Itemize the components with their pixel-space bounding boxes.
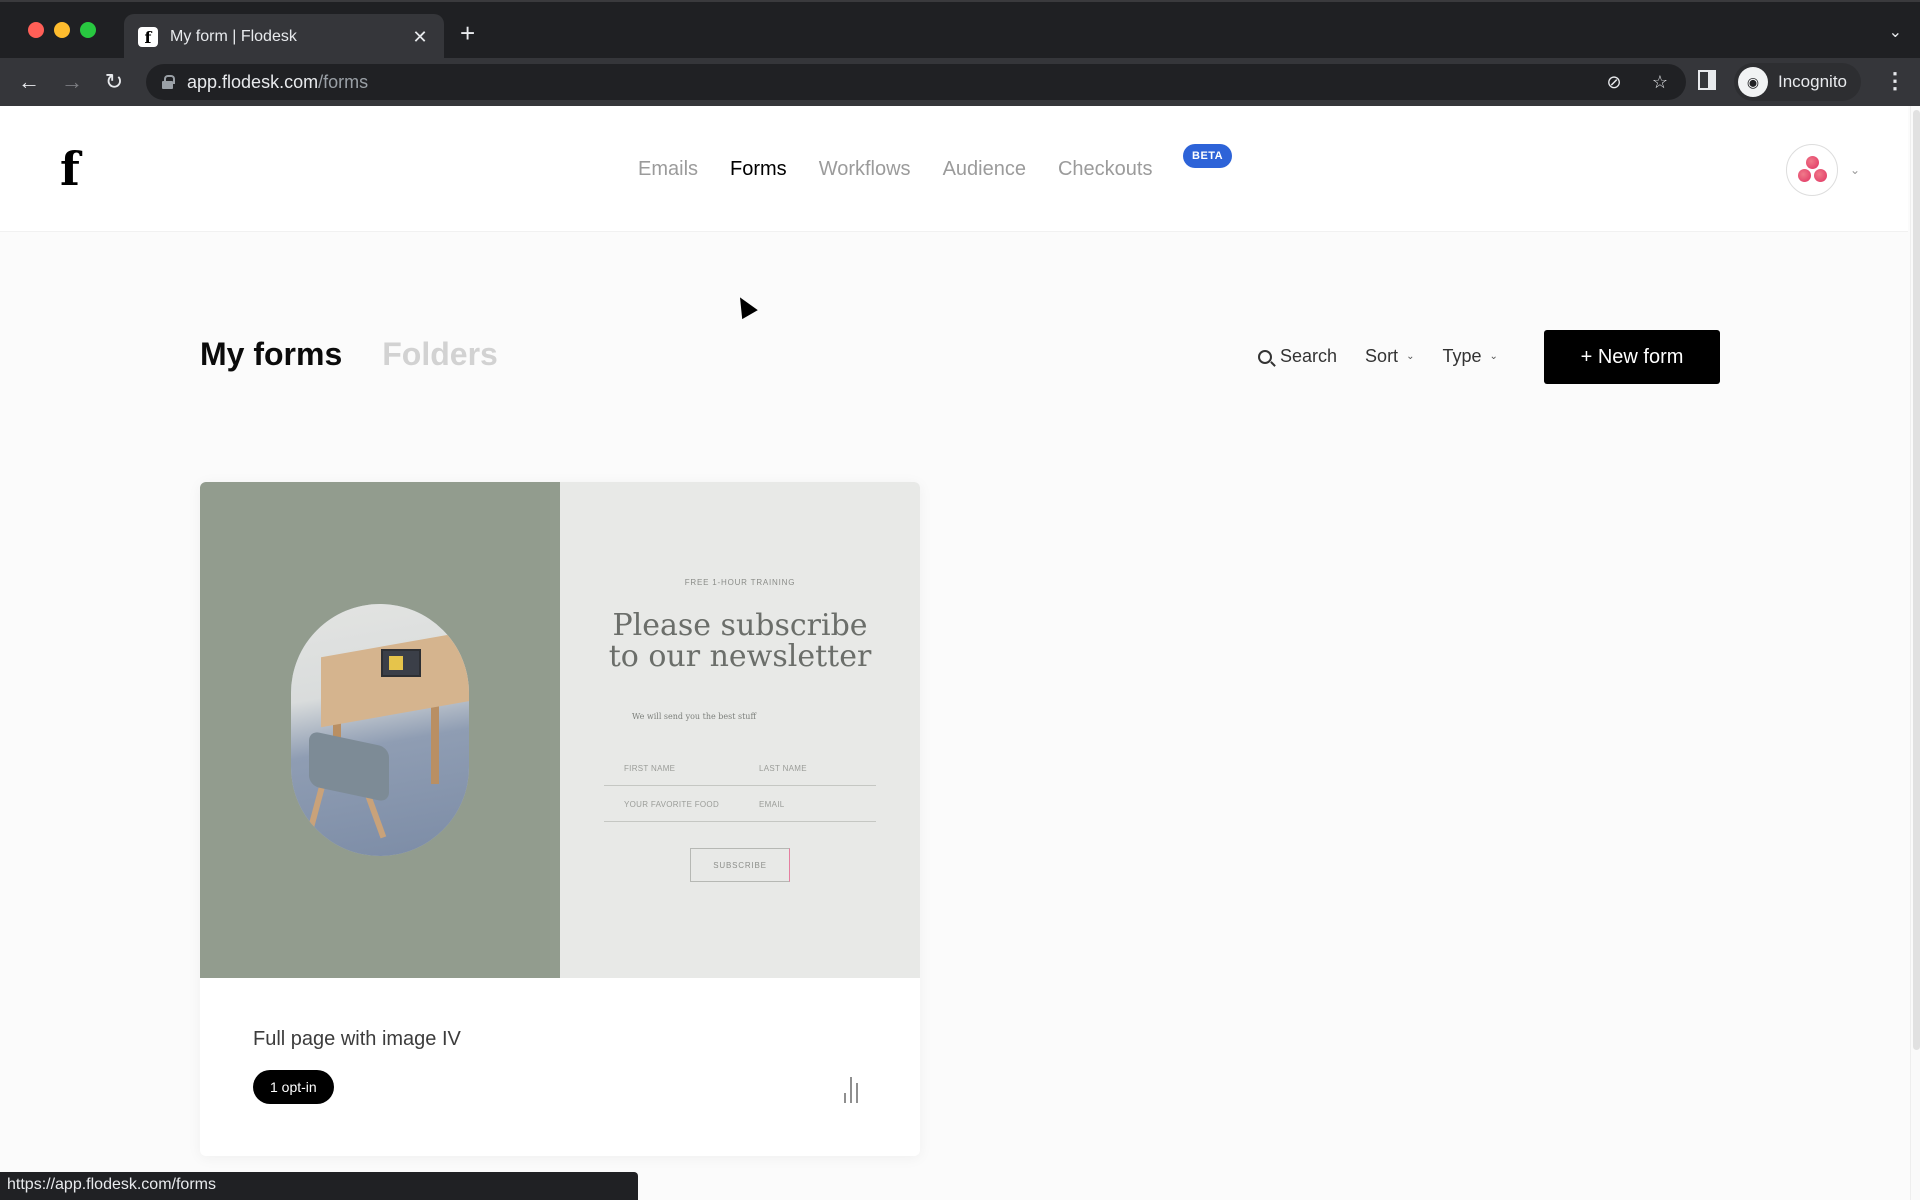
list-actions: Search Sort ⌄ Type ⌄ bbox=[1258, 346, 1498, 367]
preview-field: LAST NAME bbox=[759, 764, 807, 773]
preview-subtitle: We will send you the best stuff bbox=[632, 712, 757, 721]
tab-folders[interactable]: Folders bbox=[382, 336, 498, 373]
preview-field: EMAIL bbox=[759, 800, 785, 809]
chevron-down-icon: ⌄ bbox=[1489, 351, 1498, 362]
back-arrow-icon[interactable]: ← bbox=[15, 68, 43, 96]
incognito-label: Incognito bbox=[1778, 72, 1847, 91]
page-tabs: My forms Folders bbox=[200, 336, 498, 373]
avatar-dot bbox=[1806, 156, 1819, 169]
close-tab-icon[interactable]: ✕ bbox=[410, 27, 430, 48]
account-menu[interactable]: ⌄ bbox=[1786, 144, 1860, 196]
new-tab-button[interactable]: + bbox=[460, 20, 475, 46]
preview-form-panel: FREE 1-HOUR TRAINING Please subscribe to… bbox=[560, 482, 920, 978]
tab-strip: f My form | Flodesk ✕ + ⌄ bbox=[0, 0, 1920, 60]
sort-label: Sort bbox=[1365, 346, 1399, 366]
stats-bar-chart-icon[interactable] bbox=[844, 1077, 860, 1103]
window-close-button[interactable] bbox=[28, 22, 44, 38]
link-status-bar: https://app.flodesk.com/forms bbox=[0, 1172, 638, 1200]
lock-icon bbox=[162, 75, 175, 89]
url-path: /forms bbox=[318, 71, 369, 92]
form-preview[interactable]: FREE 1-HOUR TRAINING Please subscribe to… bbox=[200, 482, 920, 978]
nav-workflows[interactable]: Workflows bbox=[819, 158, 911, 181]
flodesk-logo[interactable]: f bbox=[60, 146, 80, 192]
bookmark-star-icon[interactable]: ☆ bbox=[1648, 70, 1672, 94]
mouse-cursor bbox=[732, 292, 758, 320]
sort-dropdown[interactable]: Sort ⌄ bbox=[1365, 346, 1414, 367]
avatar-dot bbox=[1814, 169, 1827, 182]
tab-search-chevron-icon[interactable]: ⌄ bbox=[1889, 22, 1902, 42]
browser-tab[interactable]: f My form | Flodesk ✕ bbox=[124, 14, 444, 60]
preview-image-panel bbox=[200, 482, 560, 978]
address-bar[interactable]: app.flodesk.com/forms ⊘ ☆ bbox=[146, 64, 1686, 100]
incognito-icon: ◉ bbox=[1738, 67, 1768, 97]
scrollbar-thumb[interactable] bbox=[1913, 110, 1920, 1050]
search-button[interactable]: Search bbox=[1258, 346, 1337, 367]
optin-count-badge: 1 opt-in bbox=[253, 1070, 334, 1104]
type-label: Type bbox=[1442, 346, 1482, 366]
type-dropdown[interactable]: Type ⌄ bbox=[1442, 346, 1497, 367]
side-panel-icon[interactable] bbox=[1698, 70, 1716, 90]
preview-subscribe-button: SUBSCRIBE bbox=[690, 848, 790, 882]
preview-field-row: YOUR FAVORITE FOOD EMAIL bbox=[604, 786, 876, 822]
browser-toolbar: ← → ↻ app.flodesk.com/forms ⊘ ☆ ◉ Incogn… bbox=[0, 58, 1920, 106]
nav-forms[interactable]: Forms bbox=[730, 158, 787, 181]
window-minimize-button[interactable] bbox=[54, 22, 70, 38]
app-header: f Emails Forms Workflows Audience Checko… bbox=[0, 106, 1908, 232]
beta-badge: BETA bbox=[1183, 144, 1233, 168]
browser-chrome: f My form | Flodesk ✕ + ⌄ ← → ↻ app.flod… bbox=[0, 0, 1920, 106]
preview-title: Please subscribe to our newsletter bbox=[608, 608, 872, 674]
nav-emails[interactable]: Emails bbox=[638, 158, 698, 181]
search-label: Search bbox=[1280, 346, 1338, 366]
window-maximize-button[interactable] bbox=[80, 22, 96, 38]
preview-field: YOUR FAVORITE FOOD bbox=[624, 800, 720, 809]
flodesk-favicon-icon: f bbox=[138, 27, 158, 47]
form-card[interactable]: FREE 1-HOUR TRAINING Please subscribe to… bbox=[200, 482, 920, 1156]
dining-table-photo bbox=[291, 604, 469, 856]
chevron-down-icon: ⌄ bbox=[1850, 163, 1861, 177]
form-name[interactable]: Full page with image IV bbox=[253, 1028, 461, 1051]
reload-icon[interactable]: ↻ bbox=[100, 68, 128, 96]
avatar-dot bbox=[1798, 169, 1811, 182]
preview-field-row: FIRST NAME LAST NAME bbox=[604, 750, 876, 786]
chevron-down-icon: ⌄ bbox=[1406, 351, 1415, 362]
incognito-profile-button[interactable]: ◉ Incognito bbox=[1734, 63, 1861, 101]
new-form-button[interactable]: + New form bbox=[1544, 330, 1720, 384]
preview-field: FIRST NAME bbox=[624, 764, 676, 773]
tab-title: My form | Flodesk bbox=[170, 28, 297, 45]
forward-arrow-icon[interactable]: → bbox=[58, 68, 86, 96]
main-nav: Emails Forms Workflows Audience Checkout… bbox=[638, 158, 1152, 181]
eye-off-icon[interactable]: ⊘ bbox=[1602, 70, 1626, 94]
avatar bbox=[1786, 144, 1838, 196]
nav-checkouts[interactable]: Checkouts bbox=[1058, 158, 1153, 181]
search-icon bbox=[1258, 349, 1272, 364]
page-scrollbar[interactable] bbox=[1910, 106, 1920, 1200]
url-host: app.flodesk.com bbox=[187, 71, 319, 92]
browser-menu-icon[interactable]: ⋮ bbox=[1884, 70, 1906, 92]
tab-my-forms[interactable]: My forms bbox=[200, 336, 342, 373]
preview-eyebrow: FREE 1-HOUR TRAINING bbox=[684, 578, 796, 587]
nav-audience[interactable]: Audience bbox=[943, 158, 1026, 181]
